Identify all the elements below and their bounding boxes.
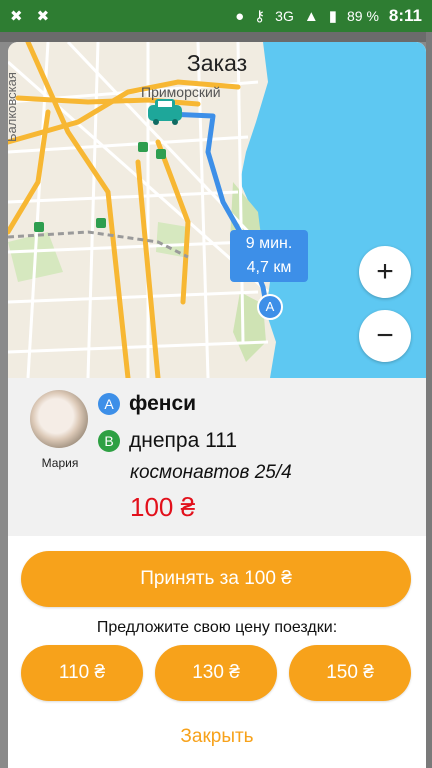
clock: 8:11 xyxy=(388,6,422,25)
pickup-address: фенси xyxy=(129,392,197,415)
accept-button[interactable]: Принять за 100 ₴ xyxy=(21,551,411,607)
offer-prompt: Предложите свою цену поездки: xyxy=(96,619,338,636)
avatar xyxy=(30,390,88,448)
signal-icon: ▲ xyxy=(303,7,319,25)
order-dialog: Приморский Балковская Заказ 9 мин. 4,7 к… xyxy=(8,42,426,768)
page-title: Заказ xyxy=(186,50,248,76)
point-a-badge: A xyxy=(98,393,120,415)
battery-icon: ▮ xyxy=(328,8,337,25)
pickup-address-row: A фенси xyxy=(98,392,196,416)
location-icon: ● xyxy=(235,7,245,25)
notification-icon: ✖ xyxy=(36,8,50,25)
status-bar: ✖ ✖ ● ⚷ 3G ▲ ▮ 89 % 8:11 xyxy=(0,0,432,32)
map-edge-label: Балковская xyxy=(8,72,19,142)
point-b-badge: B xyxy=(98,430,120,452)
order-details: Мария A фенси B днепра 111 космонавтов 2… xyxy=(8,378,426,536)
offer-button-110[interactable]: 110 ₴ xyxy=(21,645,143,701)
dropoff-address: днепра 111 xyxy=(129,429,238,452)
stop-address: космонавтов 25/4 xyxy=(130,462,292,483)
offer-button-150[interactable]: 150 ₴ xyxy=(289,645,411,701)
route-distance: 4,7 км xyxy=(246,259,292,276)
route-eta-badge: 9 мин. 4,7 км xyxy=(230,230,308,282)
order-price: 100 ₴ xyxy=(130,492,196,522)
pickup-marker: A xyxy=(257,294,283,320)
key-icon: ⚷ xyxy=(254,8,266,25)
network-type: 3G xyxy=(275,8,294,24)
notification-icon: ✖ xyxy=(10,8,23,25)
close-button[interactable]: Закрыть xyxy=(8,726,426,748)
offer-button-130[interactable]: 130 ₴ xyxy=(155,645,277,701)
battery-level: 89 % xyxy=(346,8,379,24)
backdrop xyxy=(0,32,432,42)
route-eta: 9 мин. xyxy=(245,235,293,252)
zoom-out-button[interactable]: − xyxy=(359,310,411,362)
backdrop xyxy=(426,32,432,768)
dropoff-address-row: B днепра 111 xyxy=(98,429,237,453)
zoom-in-button[interactable]: + xyxy=(359,246,411,298)
map-district-label: Приморский xyxy=(141,84,221,100)
passenger-name: Мария xyxy=(41,456,79,470)
route-map[interactable]: Приморский Балковская Заказ 9 мин. 4,7 к… xyxy=(8,42,426,378)
